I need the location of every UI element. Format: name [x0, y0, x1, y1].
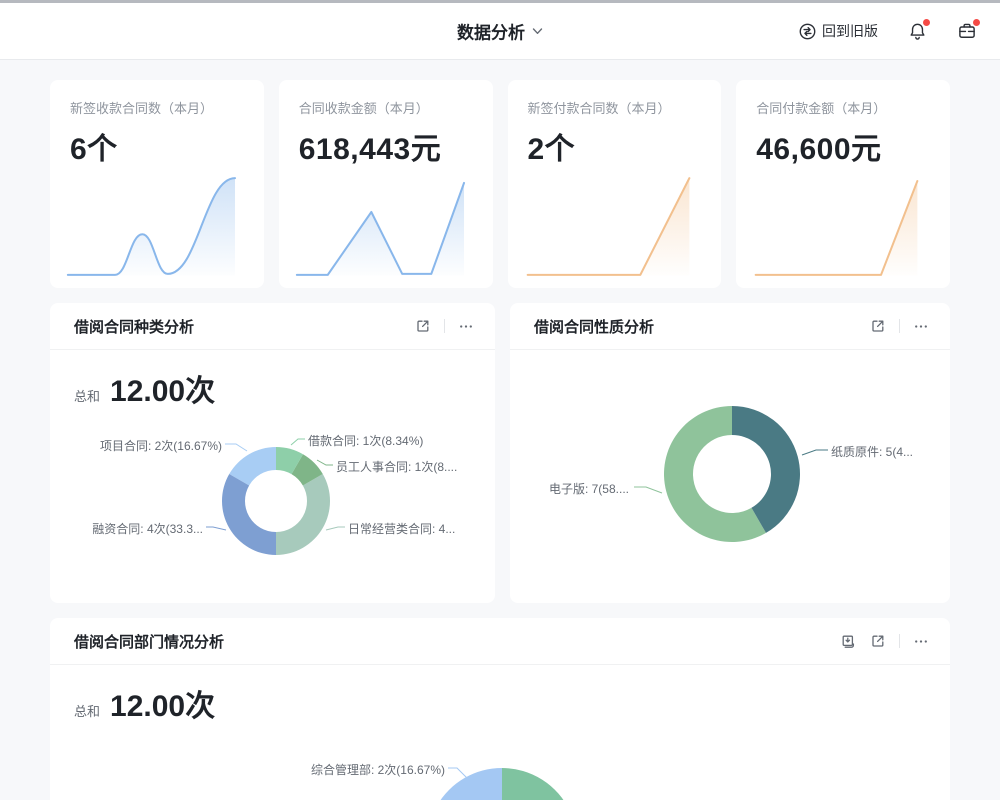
workbench-badge — [973, 19, 980, 26]
kpi-label: 新签收款合同数（本月） — [50, 80, 264, 117]
sparkline-chart — [293, 170, 479, 282]
sparkline-chart — [522, 170, 708, 282]
sparkline-chart — [64, 170, 250, 282]
dashboard: 新签收款合同数（本月） 6个 合同收款金额（本月） 618,443元 新签付款合… — [50, 80, 950, 800]
expand-icon[interactable] — [869, 632, 887, 650]
page-title: 数据分析 — [457, 19, 525, 44]
kpi-label: 新签付款合同数（本月） — [508, 80, 722, 117]
back-to-old-label: 回到旧版 — [822, 21, 878, 41]
chart-card-contract-type: 借阅合同种类分析 总和 12.00次 — [50, 303, 495, 603]
donut-label: 借款合同: 1次(8.34%) — [308, 432, 423, 449]
divider — [899, 319, 900, 333]
donut-label: 员工人事合同: 1次(8.... — [336, 458, 457, 475]
card-title: 借阅合同部门情况分析 — [74, 631, 224, 652]
kpi-card-new-receivable-contracts[interactable]: 新签收款合同数（本月） 6个 — [50, 80, 264, 288]
divider — [899, 634, 900, 648]
workbench-button[interactable] — [956, 20, 978, 42]
kpi-card-new-payable-contracts[interactable]: 新签付款合同数（本月） 2个 — [508, 80, 722, 288]
kpi-card-receivable-amount[interactable]: 合同收款金额（本月） 618,443元 — [279, 80, 493, 288]
more-icon[interactable] — [457, 317, 475, 335]
donut-label: 纸质原件: 5(4... — [831, 443, 913, 460]
kpi-label: 合同付款金额（本月） — [736, 80, 950, 117]
total-label: 总和 — [74, 701, 100, 720]
chart-row: 借阅合同种类分析 总和 12.00次 — [50, 303, 950, 603]
more-icon[interactable] — [912, 317, 930, 335]
total-value: 12.00次 — [110, 681, 215, 725]
kpi-value: 618,443元 — [279, 117, 493, 168]
top-nav: 数据分析 回到旧版 — [0, 3, 1000, 60]
back-to-old-version-link[interactable]: 回到旧版 — [799, 21, 878, 41]
total-label: 总和 — [74, 386, 100, 405]
card-title: 借阅合同性质分析 — [534, 316, 654, 337]
kpi-row: 新签收款合同数（本月） 6个 合同收款金额（本月） 618,443元 新签付款合… — [50, 80, 950, 288]
donut-label: 综合管理部: 2次(16.67%) — [311, 761, 445, 778]
notification-badge — [923, 19, 930, 26]
divider — [444, 319, 445, 333]
kpi-value: 6个 — [50, 117, 264, 168]
page-title-dropdown[interactable]: 数据分析 — [457, 19, 543, 44]
donut-label: 电子版: 7(58.... — [549, 480, 629, 497]
chevron-down-icon — [532, 27, 543, 35]
chart-card-contract-nature: 借阅合同性质分析 纸质原件: 5(4... 电子版: 7(58.... — [510, 303, 950, 603]
chart-card-department: 借阅合同部门情况分析 总和 12.00次 综合管理部: 2次(16.67%) — [50, 618, 950, 800]
donut-label: 项目合同: 2次(16.67%) — [100, 437, 222, 454]
notifications-button[interactable] — [906, 20, 928, 42]
sparkline-chart — [750, 170, 936, 282]
switch-version-icon — [799, 23, 816, 40]
kpi-label: 合同收款金额（本月） — [279, 80, 493, 117]
expand-icon[interactable] — [869, 317, 887, 335]
donut-label: 日常经营类合同: 4... — [348, 520, 455, 537]
donut-label: 融资合同: 4次(33.3... — [92, 520, 203, 537]
download-icon[interactable] — [839, 632, 857, 650]
card-title: 借阅合同种类分析 — [74, 316, 194, 337]
total-value: 12.00次 — [110, 366, 215, 410]
kpi-value: 46,600元 — [736, 117, 950, 168]
expand-icon[interactable] — [414, 317, 432, 335]
more-icon[interactable] — [912, 632, 930, 650]
kpi-value: 2个 — [508, 117, 722, 168]
kpi-card-payable-amount[interactable]: 合同付款金额（本月） 46,600元 — [736, 80, 950, 288]
